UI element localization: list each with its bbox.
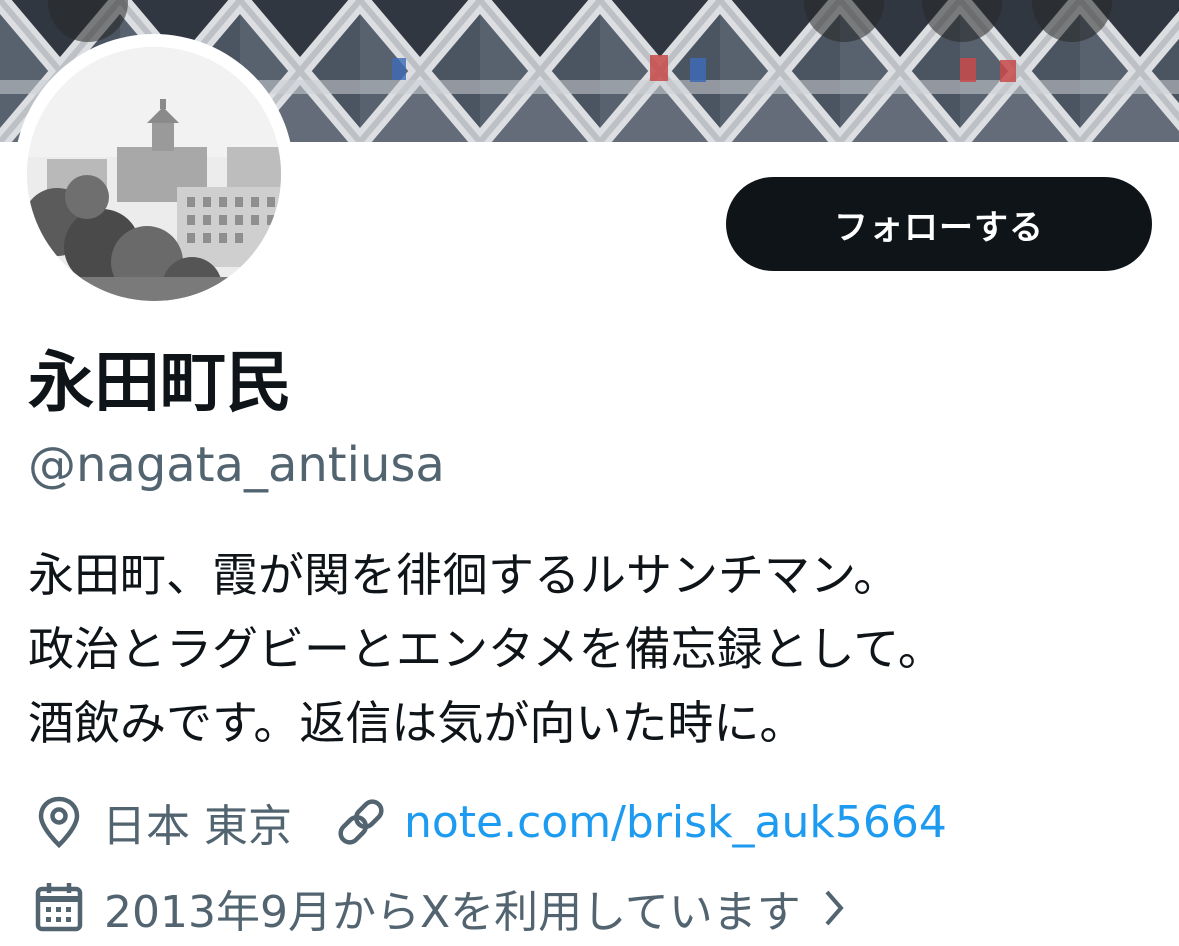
- profile-meta-row: 日本 東京 note.com/brisk_auk5664: [32, 790, 947, 854]
- bio-line: 永田町、霞が関を徘徊するルサンチマン。: [28, 548, 900, 602]
- profile-page: フォローする 永田町民 @nagata_antiusa 永田町、霞が関を徘徊する…: [0, 0, 1179, 946]
- joined-date: 2013年9月からXを利用しています: [104, 887, 801, 938]
- website-link[interactable]: note.com/brisk_auk5664: [404, 797, 947, 848]
- calendar-icon: [35, 883, 83, 932]
- location-text: 日本 東京: [102, 801, 292, 852]
- chevron-right-icon: [825, 890, 844, 926]
- bio-line: 酒飲みです。返信は気が向いた時に。: [28, 696, 806, 750]
- follow-button[interactable]: フォローする: [726, 177, 1152, 271]
- bio-line: 政治とラグビーとエンタメを備忘録として。: [28, 622, 944, 676]
- profile-bio: 永田町、霞が関を徘徊するルサンチマン。 政治とラグビーとエンタメを備忘録として。…: [28, 538, 1158, 760]
- avatar[interactable]: [27, 47, 281, 301]
- user-handle: @nagata_antiusa: [28, 437, 445, 493]
- joined-row[interactable]: 2013年9月からXを利用しています: [32, 876, 849, 940]
- avatar-image: [27, 47, 281, 301]
- display-name: 永田町民: [28, 344, 292, 421]
- link-icon: [338, 799, 384, 845]
- location-pin-icon: [38, 796, 80, 849]
